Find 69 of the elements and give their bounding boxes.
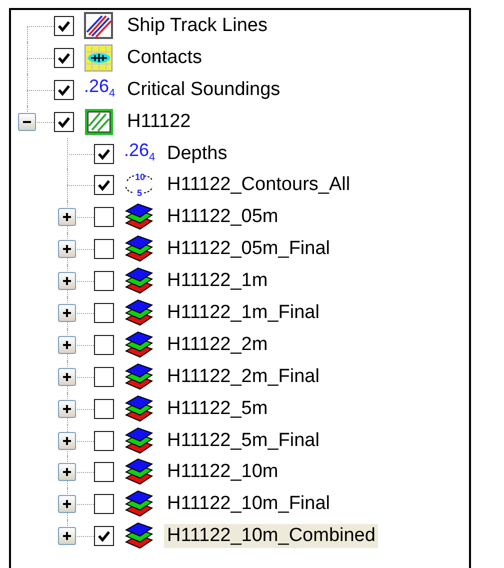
- surface-layers-icon: [124, 522, 154, 550]
- checkbox[interactable]: [94, 430, 114, 451]
- surface-layers-icon: [124, 490, 154, 518]
- checkbox[interactable]: [94, 462, 114, 482]
- checkmark-icon: [97, 146, 111, 160]
- expand-button[interactable]: [58, 336, 76, 354]
- checkbox[interactable]: [94, 494, 114, 514]
- checkbox[interactable]: [94, 239, 114, 260]
- checkmark-icon: [97, 178, 111, 192]
- surface-layers-icon: [124, 394, 154, 423]
- layer-label[interactable]: H11122_2m_Final: [164, 364, 322, 389]
- layer-label[interactable]: H11122_10m_Final: [164, 492, 334, 516]
- surface-layers-icon: [124, 330, 154, 359]
- expand-button[interactable]: [58, 432, 76, 450]
- layer-label[interactable]: H11122_Contours_All: [164, 173, 354, 198]
- checkbox[interactable]: [94, 144, 114, 164]
- expand-button[interactable]: [58, 272, 76, 290]
- expand-button[interactable]: [58, 368, 76, 386]
- expand-button[interactable]: [58, 240, 76, 258]
- checkbox[interactable]: [94, 207, 114, 228]
- checkmark-icon: [57, 18, 71, 33]
- layer-label[interactable]: H11122_1m_Final: [164, 300, 322, 325]
- expand-button[interactable]: [58, 304, 76, 322]
- checkbox[interactable]: [54, 48, 74, 68]
- layer-label[interactable]: H11122_10m: [164, 460, 282, 484]
- layer-label[interactable]: H11122: [124, 110, 194, 134]
- checkmark-icon: [97, 529, 111, 544]
- checkmark-icon: [57, 114, 71, 129]
- surface-layers-icon: [124, 362, 154, 391]
- layer-label[interactable]: Critical Soundings: [124, 78, 284, 102]
- layer-label[interactable]: H11122_5m: [164, 396, 271, 421]
- layer-label[interactable]: Ship Track Lines: [124, 14, 270, 38]
- layer-label[interactable]: H11122_1m: [164, 269, 271, 294]
- expand-button[interactable]: [58, 495, 76, 514]
- surface-layers-icon: [124, 298, 154, 327]
- expand-button[interactable]: [58, 463, 76, 482]
- checkmark-icon: [57, 50, 71, 65]
- expand-button[interactable]: [58, 527, 76, 546]
- layer-label[interactable]: H11122_05m_Final: [164, 237, 334, 262]
- soundings-icon: .26$_{4}$: [124, 136, 154, 172]
- surface-layers-icon: [124, 235, 154, 264]
- checkmark-icon: [57, 82, 71, 97]
- survey-icon: [84, 108, 114, 136]
- layer-label[interactable]: H11122_10m_Combined: [164, 524, 378, 548]
- checkbox[interactable]: [94, 302, 114, 323]
- expand-button[interactable]: [58, 400, 76, 418]
- layer-label[interactable]: H11122_2m: [164, 332, 271, 357]
- checkbox[interactable]: [54, 80, 74, 100]
- soundings-icon: .26$_{4}$: [84, 72, 114, 108]
- surface-layers-icon: [124, 426, 154, 455]
- surface-layers-icon: [124, 267, 154, 296]
- collapse-button[interactable]: [18, 112, 36, 131]
- checkbox[interactable]: [54, 112, 74, 132]
- checkbox[interactable]: [94, 366, 114, 387]
- checkbox[interactable]: [94, 334, 114, 355]
- checkbox[interactable]: [94, 271, 114, 292]
- checkbox[interactable]: [94, 175, 114, 196]
- checkbox[interactable]: [54, 16, 74, 36]
- checkbox[interactable]: [94, 398, 114, 419]
- layer-label[interactable]: Contacts: [124, 46, 205, 70]
- layer-label[interactable]: H11122_5m_Final: [164, 428, 322, 453]
- track-lines-icon: [84, 12, 114, 40]
- surface-layers-icon: [124, 458, 154, 486]
- contacts-icon: [84, 44, 114, 72]
- expand-button[interactable]: [58, 208, 76, 226]
- layer-label[interactable]: H11122_05m: [164, 205, 282, 230]
- checkbox[interactable]: [94, 526, 114, 546]
- surface-layers-icon: [124, 203, 154, 232]
- layer-label[interactable]: Depths: [164, 142, 230, 166]
